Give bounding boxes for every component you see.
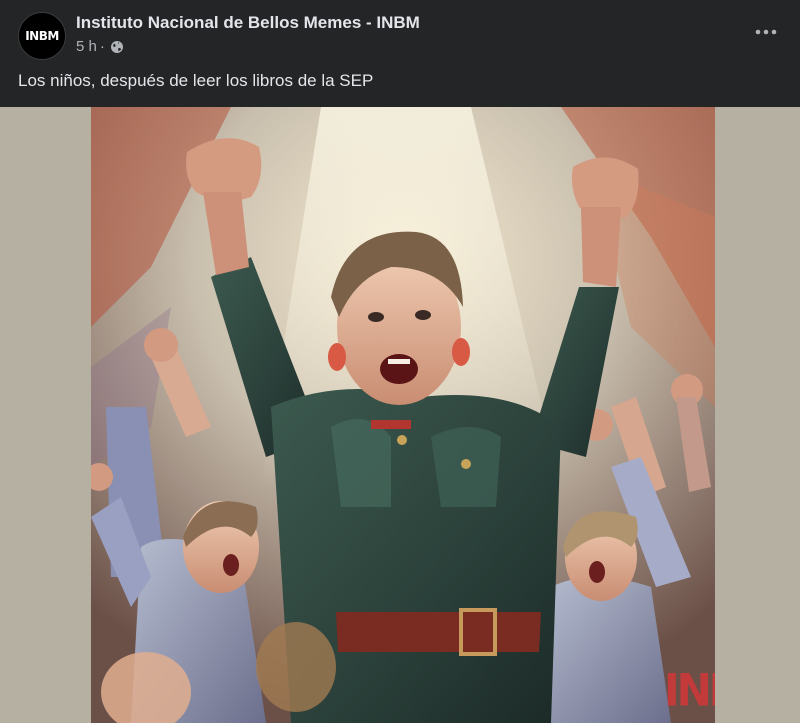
meta-separator: · — [99, 38, 105, 55]
more-horizontal-icon — [755, 29, 777, 35]
page-name-link[interactable]: Instituto Nacional de Bellos Memes - INB… — [76, 13, 420, 33]
avatar-logo-text: INBM — [25, 29, 59, 43]
post-meta: 5 h · — [76, 38, 124, 55]
propaganda-poster-illustration — [91, 107, 715, 723]
post-caption: Los niños, después de leer los libros de… — [18, 71, 374, 90]
post-image[interactable]: INBM — [91, 107, 715, 723]
globe-icon[interactable] — [110, 40, 124, 54]
post-timestamp[interactable]: 5 h — [76, 38, 97, 55]
more-options-button[interactable] — [754, 22, 778, 42]
page-avatar[interactable]: INBM — [18, 12, 66, 60]
post-header: INBM Instituto Nacional de Bellos Memes … — [0, 0, 800, 107]
inbm-watermark: INBM — [664, 664, 715, 717]
post-media[interactable]: INBM — [0, 107, 800, 723]
